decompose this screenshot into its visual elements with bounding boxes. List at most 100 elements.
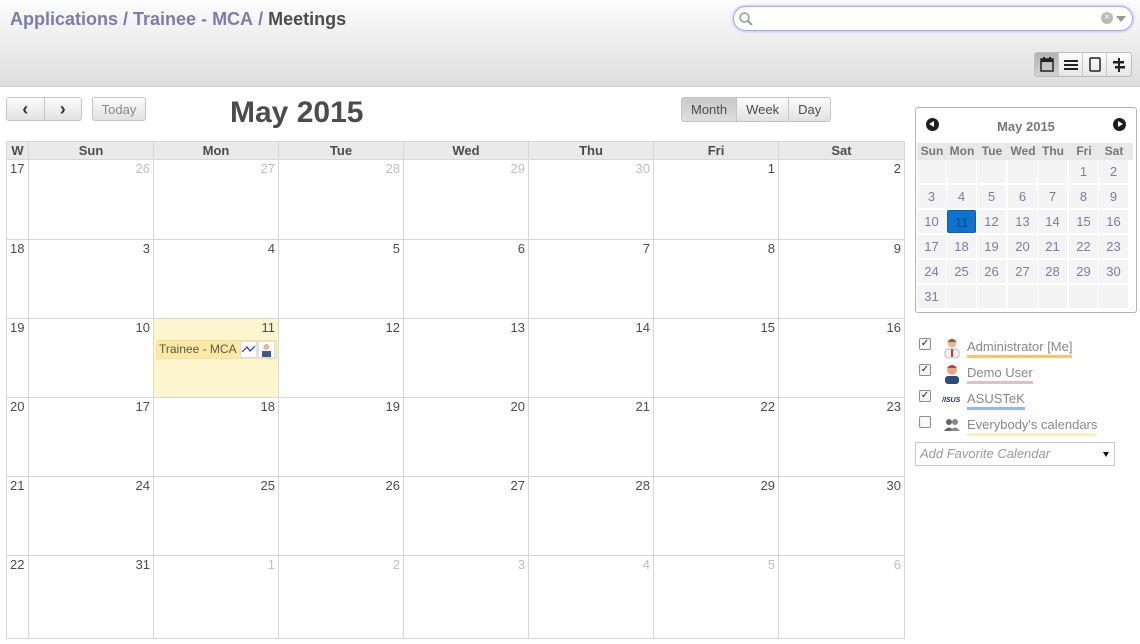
day-cell[interactable]: 6 <box>779 556 905 639</box>
day-cell[interactable]: 7 <box>529 240 654 319</box>
mini-day[interactable]: 20 <box>1008 235 1037 258</box>
breadcrumb-trainee-mca[interactable]: Trainee - MCA <box>133 9 253 29</box>
day-cell[interactable]: 29 <box>404 160 529 240</box>
day-cell[interactable]: 27 <box>404 477 529 556</box>
day-cell[interactable]: 5 <box>654 556 779 639</box>
day-cell[interactable]: 14 <box>529 319 654 398</box>
day-cell[interactable]: 27 <box>154 160 279 240</box>
filter-label[interactable]: ASUSTeK <box>967 391 1025 410</box>
prev-month-button[interactable]: ‹ <box>7 98 45 120</box>
mini-day[interactable]: 26 <box>977 260 1006 283</box>
mini-day[interactable]: 5 <box>977 185 1006 208</box>
mini-day[interactable]: 28 <box>1038 260 1067 283</box>
mini-day[interactable]: 24 <box>917 260 946 283</box>
day-cell[interactable]: 3 <box>404 556 529 639</box>
filter-label[interactable]: Everybody's calendars <box>967 417 1098 436</box>
calendar-event[interactable]: Trainee - MCA <box>156 340 277 359</box>
mini-day[interactable]: 23 <box>1099 235 1128 258</box>
day-cell[interactable]: 1 <box>654 160 779 240</box>
breadcrumb-applications[interactable]: Applications <box>10 9 118 29</box>
mini-day[interactable]: 3 <box>917 185 946 208</box>
search-options-chevron-icon[interactable] <box>1116 16 1126 22</box>
mini-day[interactable]: 6 <box>1008 185 1037 208</box>
add-favorite-calendar-select[interactable]: Add Favorite Calendar <box>915 442 1115 466</box>
search-box[interactable]: × <box>733 6 1133 31</box>
day-cell[interactable]: 31 <box>29 556 154 639</box>
mini-day[interactable]: 14 <box>1038 210 1067 233</box>
next-month-button[interactable]: › <box>44 98 81 120</box>
day-cell[interactable]: 22 <box>654 398 779 477</box>
mini-day[interactable]: 15 <box>1069 210 1098 233</box>
today-button[interactable]: Today <box>92 97 146 121</box>
day-cell[interactable]: 29 <box>654 477 779 556</box>
day-cell[interactable]: 2 <box>279 556 404 639</box>
mini-day[interactable]: 31 <box>917 285 946 308</box>
day-cell[interactable]: 9 <box>779 240 905 319</box>
day-cell[interactable]: 4 <box>529 556 654 639</box>
mini-day[interactable]: 29 <box>1069 260 1098 283</box>
gantt-view-button[interactable] <box>1107 53 1131 76</box>
day-cell[interactable]: 23 <box>779 398 905 477</box>
calendar-view-button[interactable] <box>1035 53 1059 76</box>
day-cell[interactable]: 5 <box>279 240 404 319</box>
mini-day[interactable]: 2 <box>1099 160 1128 183</box>
day-cell[interactable]: 26 <box>279 477 404 556</box>
clear-search-icon[interactable]: × <box>1101 12 1113 24</box>
day-cell[interactable]: 24 <box>29 477 154 556</box>
mini-day[interactable]: 18 <box>947 235 976 258</box>
day-cell[interactable]: 8 <box>654 240 779 319</box>
filter-checkbox[interactable]: ✓ <box>919 390 931 402</box>
day-cell[interactable]: 12 <box>279 319 404 398</box>
mini-day[interactable]: 4 <box>947 185 976 208</box>
filter-checkbox[interactable]: ✓ <box>919 338 931 350</box>
mini-day[interactable]: 30 <box>1099 260 1128 283</box>
day-cell[interactable]: 28 <box>279 160 404 240</box>
mini-next-arrow-icon[interactable] <box>1113 118 1126 131</box>
day-cell[interactable]: 26 <box>29 160 154 240</box>
mini-day[interactable]: 7 <box>1038 185 1067 208</box>
form-view-button[interactable] <box>1083 53 1107 76</box>
mini-day[interactable]: 27 <box>1008 260 1037 283</box>
mini-day[interactable]: 10 <box>917 210 946 233</box>
day-cell[interactable]: 16 <box>779 319 905 398</box>
mini-day[interactable]: 16 <box>1099 210 1128 233</box>
mini-day[interactable]: 9 <box>1099 185 1128 208</box>
day-cell[interactable]: 25 <box>154 477 279 556</box>
day-cell[interactable]: 28 <box>529 477 654 556</box>
day-mode-button[interactable]: Day <box>789 98 831 121</box>
list-view-button[interactable] <box>1059 53 1083 76</box>
mini-day[interactable]: 22 <box>1069 235 1098 258</box>
day-cell[interactable]: 30 <box>529 160 654 240</box>
week-mode-button[interactable]: Week <box>737 98 790 121</box>
day-cell[interactable]: 17 <box>29 398 154 477</box>
day-cell[interactable]: 21 <box>529 398 654 477</box>
day-cell[interactable]: 15 <box>654 319 779 398</box>
day-cell[interactable]: 1 <box>154 556 279 639</box>
mini-day[interactable]: 21 <box>1038 235 1067 258</box>
search-input[interactable] <box>753 10 1098 28</box>
day-cell[interactable]: 30 <box>779 477 905 556</box>
mini-day[interactable]: 13 <box>1008 210 1037 233</box>
filter-checkbox[interactable] <box>919 416 931 428</box>
mini-day[interactable]: 1 <box>1069 160 1098 183</box>
mini-day[interactable]: 19 <box>977 235 1006 258</box>
day-cell[interactable]: 18 <box>154 398 279 477</box>
filter-label[interactable]: Administrator [Me] <box>967 339 1073 358</box>
month-mode-button[interactable]: Month <box>682 98 738 121</box>
mini-day[interactable]: 12 <box>977 210 1006 233</box>
day-cell[interactable]: 20 <box>404 398 529 477</box>
day-cell[interactable]: 2 <box>779 160 905 240</box>
day-cell[interactable]: 3 <box>29 240 154 319</box>
day-cell[interactable]: 10 <box>29 319 154 398</box>
mini-day[interactable]: 11 <box>947 210 976 233</box>
day-cell[interactable]: 6 <box>404 240 529 319</box>
mini-day[interactable]: 17 <box>917 235 946 258</box>
day-cell[interactable]: 13 <box>404 319 529 398</box>
day-cell[interactable]: 4 <box>154 240 279 319</box>
mode-switcher: Month Week Day <box>681 97 832 122</box>
day-cell[interactable]: 19 <box>279 398 404 477</box>
filter-checkbox[interactable]: ✓ <box>919 364 931 376</box>
filter-label[interactable]: Demo User <box>967 365 1033 384</box>
mini-day[interactable]: 8 <box>1069 185 1098 208</box>
mini-day[interactable]: 25 <box>947 260 976 283</box>
